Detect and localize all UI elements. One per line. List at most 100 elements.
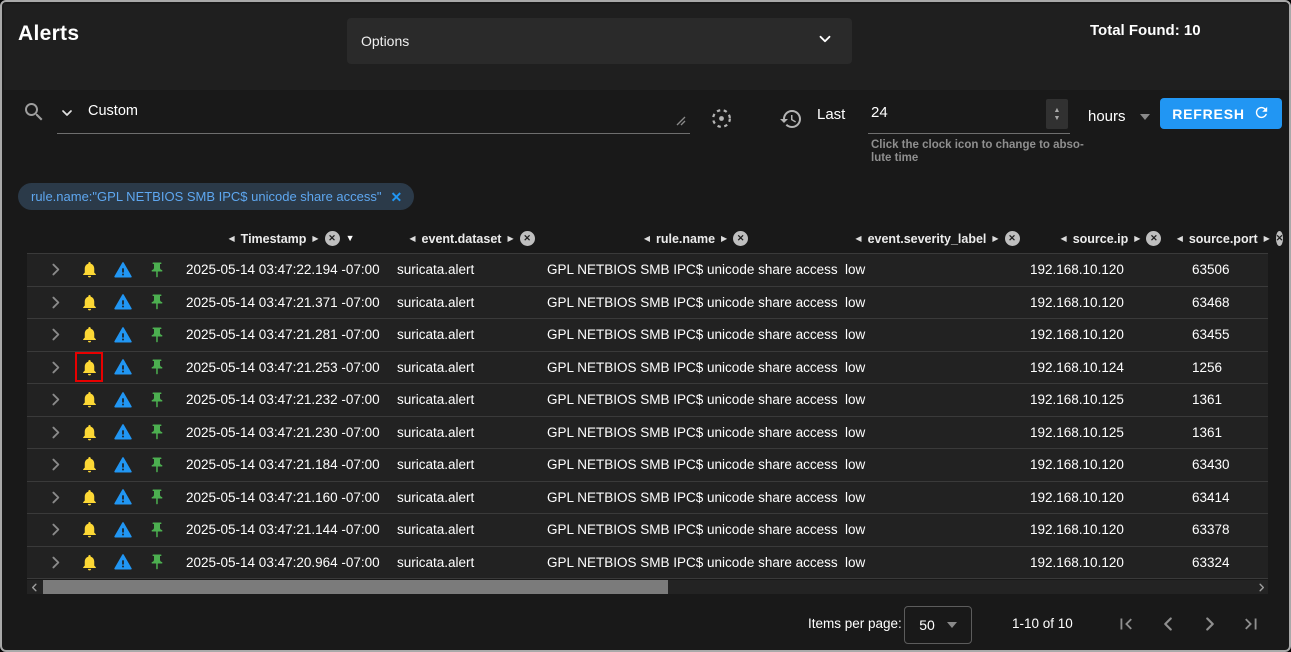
expand-row-icon[interactable] xyxy=(43,257,67,283)
table-row[interactable]: 2025-05-14 03:47:20.964 -07:00 suricata.… xyxy=(27,547,1268,580)
previous-page-icon[interactable] xyxy=(1156,612,1180,636)
query-input[interactable]: Custom xyxy=(88,103,138,119)
expand-row-icon[interactable] xyxy=(43,419,67,445)
remove-column-icon[interactable]: ✕ xyxy=(1005,231,1020,246)
column-header-rule-name[interactable]: ◀ rule.name ▶ ✕ xyxy=(547,231,845,246)
move-right-icon[interactable]: ▶ xyxy=(721,235,727,243)
pin-icon[interactable] xyxy=(145,387,169,413)
expand-row-icon[interactable] xyxy=(43,354,67,380)
column-header-severity-label[interactable]: ◀ event.severity_label ▶ ✕ xyxy=(845,231,1030,246)
column-header-source-port[interactable]: ◀ source.port ▶ ✕ xyxy=(1192,231,1268,246)
pin-icon[interactable] xyxy=(145,419,169,445)
move-left-icon[interactable]: ◀ xyxy=(1061,235,1067,243)
table-row[interactable]: 2025-05-14 03:47:21.144 -07:00 suricata.… xyxy=(27,514,1268,547)
remove-column-icon[interactable]: ✕ xyxy=(520,231,535,246)
pin-icon[interactable] xyxy=(145,289,169,315)
alert-bell-icon[interactable] xyxy=(77,419,101,445)
query-mode-chevron-icon[interactable] xyxy=(59,105,75,126)
pin-icon[interactable] xyxy=(145,484,169,510)
alert-bell-icon[interactable] xyxy=(77,289,101,315)
escalate-warning-icon[interactable] xyxy=(111,354,135,380)
pin-icon[interactable] xyxy=(145,517,169,543)
pin-icon[interactable] xyxy=(145,354,169,380)
pin-icon[interactable] xyxy=(145,549,169,575)
escalate-warning-icon[interactable] xyxy=(111,452,135,478)
duration-stepper[interactable]: ▲▼ xyxy=(1046,99,1068,129)
move-right-icon[interactable]: ▶ xyxy=(507,235,513,243)
last-page-icon[interactable] xyxy=(1239,612,1263,636)
table-row[interactable]: 2025-05-14 03:47:21.232 -07:00 suricata.… xyxy=(27,384,1268,417)
escalate-warning-icon[interactable] xyxy=(111,419,135,445)
scroll-left-icon[interactable] xyxy=(27,580,41,594)
expand-row-icon[interactable] xyxy=(43,517,67,543)
table-row[interactable]: 2025-05-14 03:47:21.281 -07:00 suricata.… xyxy=(27,319,1268,352)
pin-icon[interactable] xyxy=(145,257,169,283)
refresh-button[interactable]: REFRESH xyxy=(1160,98,1282,129)
escalate-warning-icon[interactable] xyxy=(111,289,135,315)
sort-desc-icon[interactable]: ▼ xyxy=(346,234,355,243)
move-left-icon[interactable]: ◀ xyxy=(1177,235,1183,243)
expand-row-icon[interactable] xyxy=(43,452,67,478)
escalate-warning-icon[interactable] xyxy=(111,484,135,510)
expand-row-icon[interactable] xyxy=(43,322,67,348)
stepper-down-icon[interactable]: ▼ xyxy=(1054,115,1061,122)
move-left-icon[interactable]: ◀ xyxy=(855,235,861,243)
column-header-timestamp[interactable]: ◀ Timestamp ▶ ✕ ▼ xyxy=(186,231,397,246)
remove-column-icon[interactable]: ✕ xyxy=(1276,231,1284,246)
table-row[interactable]: 2025-05-14 03:47:22.194 -07:00 suricata.… xyxy=(27,254,1268,287)
scrollbar-track[interactable] xyxy=(41,580,1254,594)
duration-input[interactable]: 24 xyxy=(871,104,888,121)
expand-row-icon[interactable] xyxy=(43,484,67,510)
expand-row-icon[interactable] xyxy=(43,387,67,413)
history-clock-icon[interactable] xyxy=(779,107,803,136)
escalate-warning-icon[interactable] xyxy=(111,549,135,575)
move-left-icon[interactable]: ◀ xyxy=(409,235,415,243)
alert-bell-icon[interactable] xyxy=(77,322,101,348)
next-page-icon[interactable] xyxy=(1198,612,1222,636)
column-header-source-ip[interactable]: ◀ source.ip ▶ ✕ xyxy=(1030,231,1192,246)
alert-bell-icon[interactable] xyxy=(77,257,101,283)
crosshair-icon[interactable] xyxy=(710,107,733,135)
table-row[interactable]: 2025-05-14 03:47:21.371 -07:00 suricata.… xyxy=(27,287,1268,320)
move-left-icon[interactable]: ◀ xyxy=(229,235,235,243)
stepper-up-icon[interactable]: ▲ xyxy=(1054,107,1061,114)
alert-bell-icon[interactable] xyxy=(77,484,101,510)
move-right-icon[interactable]: ▶ xyxy=(1264,235,1270,243)
table-row[interactable]: 2025-05-14 03:47:21.160 -07:00 suricata.… xyxy=(27,482,1268,515)
escalate-warning-icon[interactable] xyxy=(111,387,135,413)
options-panel[interactable]: Options xyxy=(347,18,852,64)
table-row[interactable]: 2025-05-14 03:47:21.230 -07:00 suricata.… xyxy=(27,417,1268,450)
alert-bell-icon[interactable] xyxy=(77,387,101,413)
filter-chip-close-icon[interactable]: ✕ xyxy=(391,190,403,204)
expand-row-icon[interactable] xyxy=(43,549,67,575)
pin-icon[interactable] xyxy=(145,322,169,348)
scroll-right-icon[interactable] xyxy=(1254,580,1268,594)
first-page-icon[interactable] xyxy=(1114,612,1138,636)
items-per-page-select[interactable]: 50 xyxy=(904,606,972,644)
remove-column-icon[interactable]: ✕ xyxy=(733,231,748,246)
horizontal-scrollbar[interactable] xyxy=(27,580,1268,594)
scrollbar-thumb[interactable] xyxy=(43,580,668,594)
alert-bell-icon[interactable] xyxy=(77,549,101,575)
duration-unit-select[interactable]: hours xyxy=(1088,108,1150,125)
remove-column-icon[interactable]: ✕ xyxy=(1146,231,1161,246)
cell-event-dataset: suricata.alert xyxy=(397,327,547,342)
move-right-icon[interactable]: ▶ xyxy=(992,235,998,243)
remove-column-icon[interactable]: ✕ xyxy=(325,231,340,246)
move-right-icon[interactable]: ▶ xyxy=(312,235,318,243)
move-right-icon[interactable]: ▶ xyxy=(1134,235,1140,243)
alert-bell-icon[interactable] xyxy=(77,354,101,380)
column-header-event-dataset[interactable]: ◀ event.dataset ▶ ✕ xyxy=(397,231,547,246)
pin-icon[interactable] xyxy=(145,452,169,478)
alert-bell-icon[interactable] xyxy=(77,452,101,478)
move-left-icon[interactable]: ◀ xyxy=(644,235,650,243)
alert-bell-icon[interactable] xyxy=(77,517,101,543)
escalate-warning-icon[interactable] xyxy=(111,257,135,283)
resize-handle-icon[interactable] xyxy=(672,112,686,131)
filter-chip[interactable]: rule.name:"GPL NETBIOS SMB IPC$ unicode … xyxy=(18,183,414,210)
escalate-warning-icon[interactable] xyxy=(111,322,135,348)
escalate-warning-icon[interactable] xyxy=(111,517,135,543)
table-row[interactable]: 2025-05-14 03:47:21.184 -07:00 suricata.… xyxy=(27,449,1268,482)
expand-row-icon[interactable] xyxy=(43,289,67,315)
table-row[interactable]: 2025-05-14 03:47:21.253 -07:00 suricata.… xyxy=(27,352,1268,385)
